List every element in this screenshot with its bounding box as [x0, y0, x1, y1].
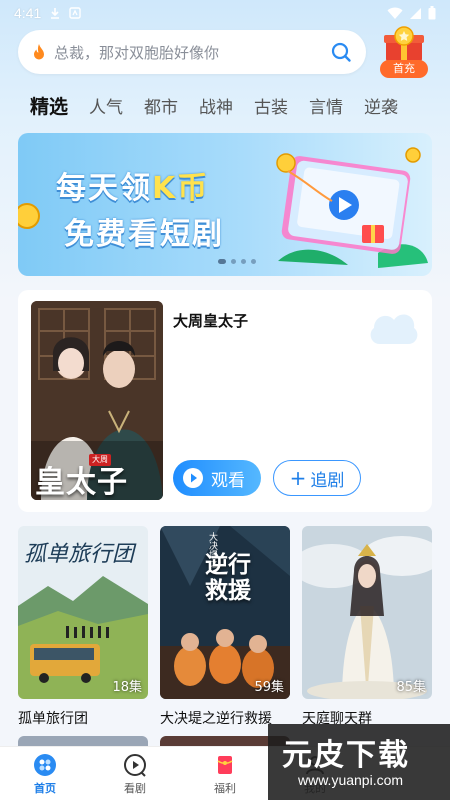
home-icon: [34, 754, 56, 776]
play-circle-icon: [124, 754, 146, 777]
banner-line-2: 免费看短剧: [64, 217, 224, 252]
status-bar: 4:41: [0, 0, 450, 26]
episode-count: 85集: [396, 680, 426, 695]
tab-popular[interactable]: 人气: [89, 93, 123, 118]
plus-icon: +: [289, 466, 307, 490]
drama-grid: 孤单旅行团 18集 孤单旅行团 大决堤之 逆行救援 59集 大决堤之逆行救援 8…: [18, 526, 432, 736]
poster-art: [302, 526, 432, 699]
signal-icon: [410, 7, 421, 19]
drama-card-peek[interactable]: [18, 736, 148, 746]
watermark: 元皮下载 www.yuanpi.com: [268, 724, 450, 800]
banner-pagination: [18, 259, 432, 264]
episode-count: 59集: [254, 680, 284, 695]
nav-welfare[interactable]: 福利: [180, 747, 270, 800]
nav-home-label: 首页: [34, 782, 56, 795]
pagination-dot: [231, 259, 236, 264]
watch-button[interactable]: 观看: [173, 460, 261, 496]
first-charge-button[interactable]: 首充: [378, 26, 430, 80]
drama-card[interactable]: 大决堤之 逆行救援 59集 大决堤之逆行救援: [160, 526, 290, 728]
poster-title: 皇太子: [35, 465, 128, 500]
nav-welfare-label: 福利: [214, 782, 236, 795]
pagination-dot: [251, 259, 256, 264]
gift-box-icon: [384, 26, 424, 62]
search-bar[interactable]: 总裁，那对双胞胎好像你: [18, 30, 366, 74]
app-notification-icon: [69, 7, 81, 19]
status-time: 4:41: [14, 5, 42, 21]
coin-icon: [18, 203, 40, 229]
search-icon[interactable]: [330, 41, 352, 63]
featured-title[interactable]: 大周皇太子: [173, 310, 248, 331]
tab-costume[interactable]: 古装: [254, 93, 288, 118]
watermark-url: www.yuanpi.com: [298, 772, 404, 788]
watermark-logo: 元皮下载: [282, 738, 410, 773]
poster-title: 逆行救援: [205, 552, 251, 604]
play-icon: [183, 468, 203, 488]
pagination-dot: [218, 259, 226, 264]
drama-thumbnail[interactable]: 85集: [302, 526, 432, 699]
video-screen-illustration: [276, 147, 428, 268]
download-icon: [51, 8, 60, 19]
banner-line-1: 每天领K币: [56, 171, 210, 206]
tab-comeback[interactable]: 逆袭: [364, 93, 398, 118]
category-tabs: 精选 人气 都市 战神 古装 言情 逆袭: [0, 88, 450, 122]
tab-war-god[interactable]: 战神: [199, 93, 233, 118]
drama-thumbnail[interactable]: 大决堤之 逆行救援 59集: [160, 526, 290, 699]
follow-button[interactable]: + 追剧: [273, 460, 361, 496]
drama-card[interactable]: 孤单旅行团 18集 孤单旅行团: [18, 526, 148, 728]
search-placeholder: 总裁，那对双胞胎好像你: [54, 43, 220, 62]
nav-home[interactable]: 首页: [0, 747, 90, 800]
battery-icon: [428, 6, 436, 20]
flame-icon: [34, 44, 44, 60]
drama-title[interactable]: 孤单旅行团: [18, 708, 148, 728]
nav-watch-label: 看剧: [124, 782, 146, 795]
wifi-icon: [387, 7, 403, 19]
drama-thumbnail[interactable]: 孤单旅行团 18集: [18, 526, 148, 699]
pagination-dot: [241, 259, 246, 264]
drama-card[interactable]: 85集 天庭聊天群: [302, 526, 432, 728]
tab-urban[interactable]: 都市: [144, 93, 178, 118]
tab-romance[interactable]: 言情: [309, 93, 343, 118]
tab-featured[interactable]: 精选: [30, 92, 69, 119]
featured-poster[interactable]: 大周 皇太子: [31, 301, 163, 500]
episode-count: 18集: [112, 680, 142, 695]
first-charge-label: 首充: [380, 60, 428, 78]
red-packet-icon: [217, 756, 233, 774]
watch-label: 观看: [211, 470, 245, 491]
poster-title: 孤单旅行团: [24, 542, 135, 567]
cloud-decoration: [370, 314, 418, 344]
nav-watch[interactable]: 看剧: [90, 747, 180, 800]
follow-label: 追剧: [310, 470, 345, 491]
featured-drama-card[interactable]: 大周 皇太子 大周皇太子 观看 + 追剧: [18, 290, 432, 512]
promo-banner[interactable]: 每天领K币 免费看短剧: [18, 133, 432, 276]
